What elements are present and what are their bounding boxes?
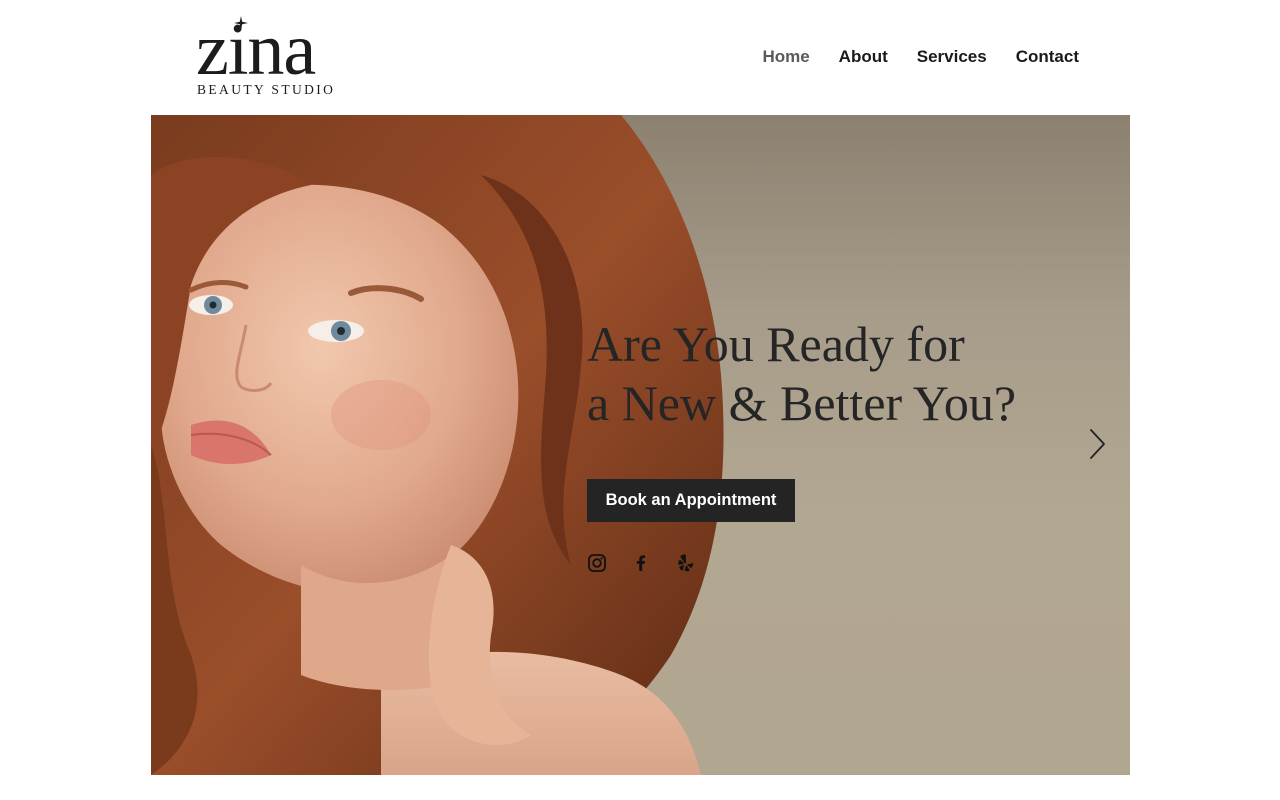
four-point-star-icon: [234, 16, 248, 30]
main-nav: Home About Services Contact: [762, 47, 1079, 67]
nav-about[interactable]: About: [839, 47, 888, 67]
chevron-right-icon[interactable]: [1087, 428, 1107, 460]
social-links: [587, 553, 695, 573]
hero-headline: Are You Ready for a New & Better You?: [587, 315, 1016, 433]
nav-services[interactable]: Services: [917, 47, 987, 67]
book-appointment-button[interactable]: Book an Appointment: [587, 479, 795, 522]
yelp-icon[interactable]: [675, 553, 695, 573]
logo-wordmark: zina: [196, 9, 316, 91]
nav-contact[interactable]: Contact: [1016, 47, 1079, 67]
hero-section: Are You Ready for a New & Better You? Bo…: [151, 115, 1130, 775]
headline-line-1: Are You Ready for: [587, 316, 965, 372]
headline-line-2: a New & Better You?: [587, 375, 1017, 431]
nav-home[interactable]: Home: [762, 47, 809, 67]
facebook-icon[interactable]: [631, 553, 651, 573]
logo-subtitle: BEAUTY STUDIO: [197, 82, 336, 97]
instagram-icon[interactable]: [587, 553, 607, 573]
hero-portrait-image: [151, 115, 724, 775]
brand-logo[interactable]: zina BEAUTY STUDIO: [196, 9, 346, 100]
